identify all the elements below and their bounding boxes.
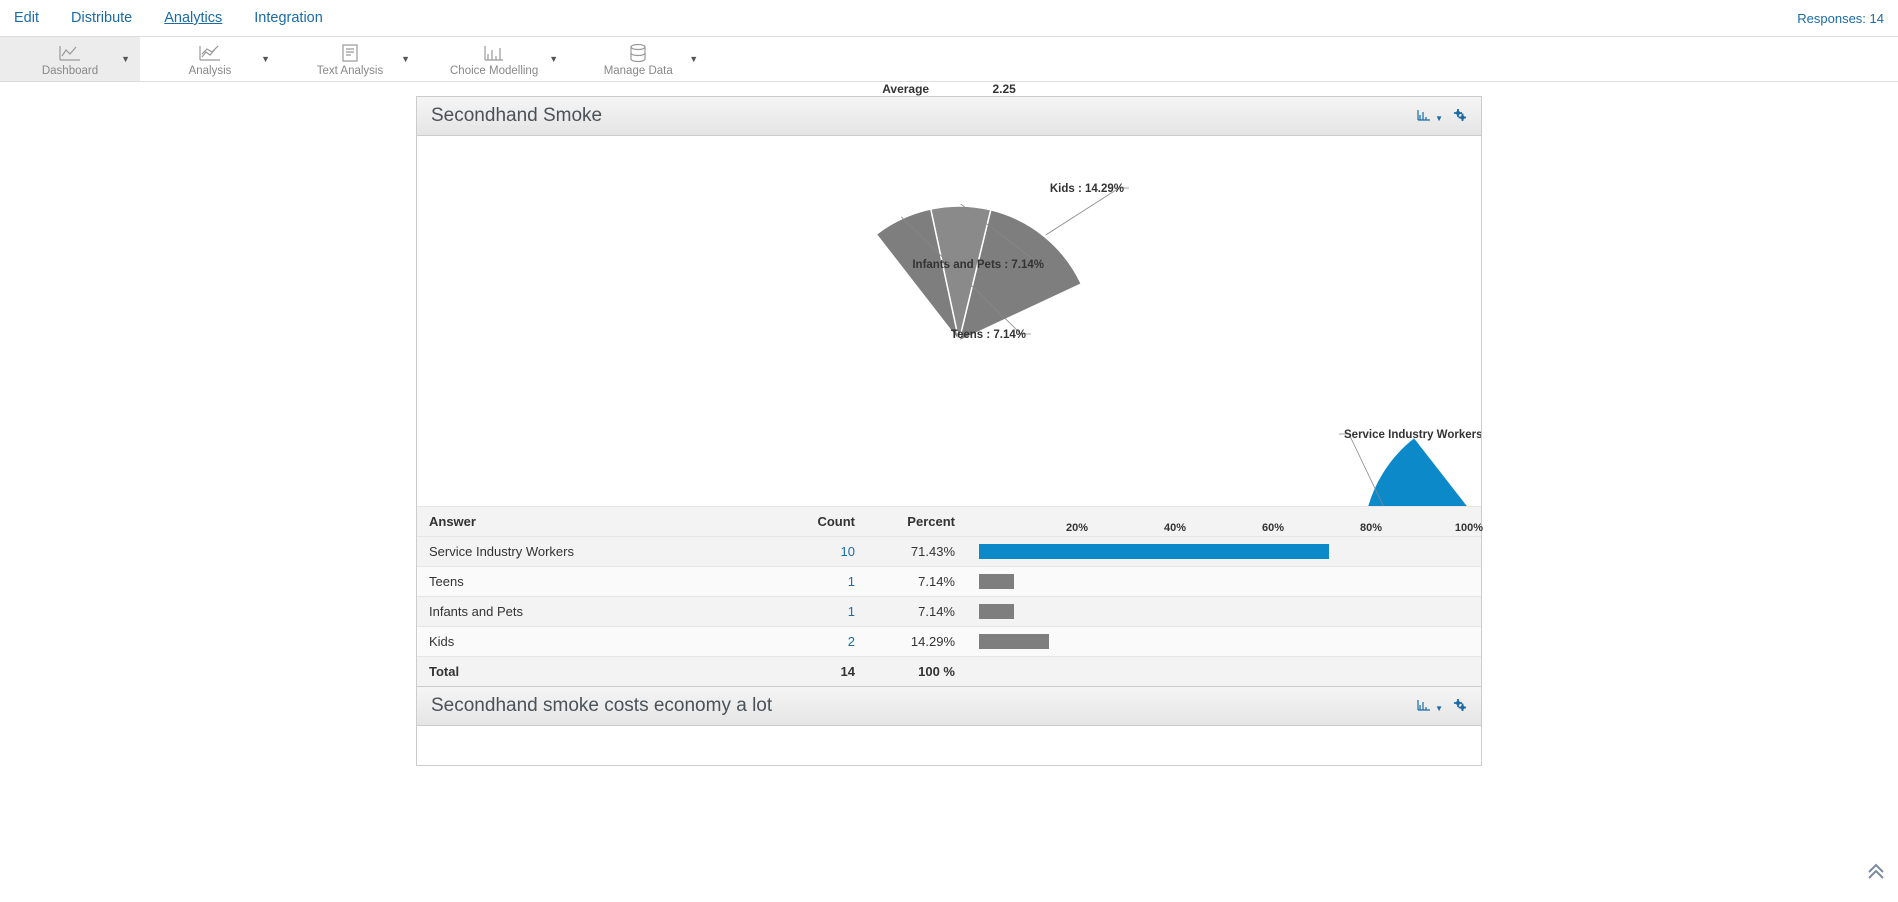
- table-row: Teens17.14%: [417, 567, 1481, 597]
- scroll-top-button[interactable]: [1866, 860, 1886, 886]
- cell-bar: [967, 597, 1481, 627]
- cell-count: 10: [757, 537, 867, 567]
- toolbar-analysis[interactable]: Analysis ▼: [140, 37, 280, 81]
- axis-tick: 80%: [1360, 522, 1382, 534]
- total-percent: 100 %: [867, 657, 967, 687]
- axis-tick: 20%: [1066, 522, 1088, 534]
- toolbar-label: Manage Data: [604, 65, 673, 77]
- cell-count: 2: [757, 627, 867, 657]
- chevron-down-icon: ▼: [689, 54, 698, 64]
- total-label: Total: [417, 657, 757, 687]
- pie-slice-label: Infants and Pets : 7.14%: [912, 259, 1044, 271]
- axis-tick: 40%: [1164, 522, 1186, 534]
- toolbar-choice-modelling[interactable]: Choice Modelling ▼: [420, 37, 568, 81]
- analysis-icon: [198, 43, 222, 63]
- axis-tick: 100%: [1455, 522, 1483, 534]
- cell-percent: 7.14%: [867, 567, 967, 597]
- cell-percent: 71.43%: [867, 537, 967, 567]
- nav-analytics[interactable]: Analytics: [164, 2, 222, 34]
- nav-edit[interactable]: Edit: [14, 2, 39, 34]
- panel-body: Kids : 14.29% Infants and Pets : 7.14% Tee…: [416, 136, 1482, 687]
- th-percent: Percent: [867, 507, 967, 537]
- cell-count: 1: [757, 597, 867, 627]
- total-count: 14: [757, 657, 867, 687]
- cell-percent: 7.14%: [867, 597, 967, 627]
- axis-tick: 60%: [1262, 522, 1284, 534]
- cell-answer: Teens: [417, 567, 757, 597]
- cell-answer: Service Industry Workers: [417, 537, 757, 567]
- settings-icon[interactable]: [1453, 698, 1467, 715]
- th-answer: Answer: [417, 507, 757, 537]
- average-row: Average 2.25: [416, 82, 1482, 96]
- pie-slice-label: Service Industry Workers : 71.43%: [1344, 429, 1481, 441]
- chevron-down-icon: ▼: [401, 54, 410, 64]
- toolbar-manage-data[interactable]: Manage Data ▼: [568, 37, 708, 81]
- chevron-down-icon: ▼: [121, 54, 130, 64]
- chevron-down-icon: ▼: [549, 54, 558, 64]
- settings-icon[interactable]: [1453, 108, 1467, 125]
- cell-answer: Infants and Pets: [417, 597, 757, 627]
- cell-bar: [967, 537, 1481, 567]
- average-label: Average: [882, 82, 989, 96]
- average-value: 2.25: [992, 82, 1015, 96]
- results-table: Answer Count Percent 20% 40% 60% 80% 100% Se…: [417, 506, 1481, 686]
- chart-type-icon[interactable]: ▼: [1417, 108, 1443, 124]
- cell-bar: [967, 627, 1481, 657]
- th-bar-axis: 20% 40% 60% 80% 100%: [967, 507, 1481, 537]
- pie-slice-label: Kids : 14.29%: [1050, 183, 1124, 195]
- pie-slice-label: Teens : 7.14%: [951, 329, 1026, 341]
- panel-title: Secondhand Smoke: [431, 105, 602, 127]
- toolbar-label: Analysis: [189, 65, 232, 77]
- table-row: Service Industry Workers1071.43%: [417, 537, 1481, 567]
- cell-bar: [967, 567, 1481, 597]
- pie-chart: Kids : 14.29% Infants and Pets : 7.14% Tee…: [417, 146, 1481, 506]
- table-row: Infants and Pets17.14%: [417, 597, 1481, 627]
- cell-answer: Kids: [417, 627, 757, 657]
- toolbar-label: Choice Modelling: [450, 65, 538, 77]
- document-icon: [340, 43, 360, 63]
- toolbar: Dashboard ▼ Analysis ▼ Text Analysis ▼ C…: [0, 37, 1898, 82]
- database-icon: [628, 43, 648, 63]
- chevron-down-icon: ▼: [261, 54, 270, 64]
- nav-distribute[interactable]: Distribute: [71, 2, 132, 34]
- chart-type-icon[interactable]: ▼: [1417, 698, 1443, 714]
- toolbar-text-analysis[interactable]: Text Analysis ▼: [280, 37, 420, 81]
- top-nav: Edit Distribute Analytics Integration Re…: [0, 0, 1898, 37]
- toolbar-dashboard[interactable]: Dashboard ▼: [0, 37, 140, 81]
- panel-title: Secondhand smoke costs economy a lot: [431, 695, 772, 717]
- cell-count: 1: [757, 567, 867, 597]
- panel-header-secondhand-smoke: Secondhand Smoke ▼: [416, 96, 1482, 136]
- nav-integration[interactable]: Integration: [254, 2, 323, 34]
- cell-percent: 14.29%: [867, 627, 967, 657]
- panel-header-economy: Secondhand smoke costs economy a lot ▼: [416, 687, 1482, 726]
- chart-line-icon: [58, 43, 82, 63]
- bar-chart-icon: [483, 43, 505, 63]
- toolbar-label: Text Analysis: [317, 65, 383, 77]
- table-row: Kids214.29%: [417, 627, 1481, 657]
- panel-body-economy: [416, 726, 1482, 766]
- responses-count: Responses: 14: [1797, 11, 1884, 26]
- th-count: Count: [757, 507, 867, 537]
- toolbar-label: Dashboard: [42, 65, 98, 77]
